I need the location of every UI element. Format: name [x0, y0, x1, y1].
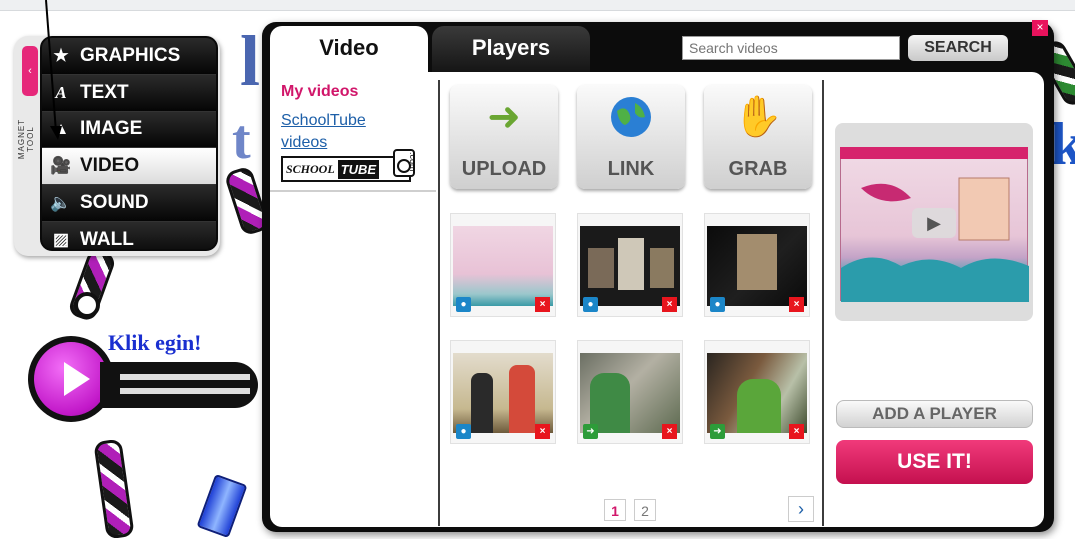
video-thumbnail[interactable]: ● ×	[450, 340, 556, 444]
delete-icon[interactable]: ×	[789, 424, 804, 439]
tool-label: VIDEO	[80, 155, 140, 177]
column-divider	[438, 80, 440, 526]
link-label: LINK	[607, 158, 655, 180]
video-camera-icon: 🎥	[50, 156, 72, 176]
preview-header-bar	[840, 147, 1028, 159]
add-player-button[interactable]: ADD A PLAYER	[836, 400, 1033, 428]
preview-icon[interactable]: ●	[456, 297, 471, 312]
tool-label: SOUND	[80, 192, 149, 214]
canvas-play-button[interactable]	[34, 342, 108, 416]
search-button[interactable]: SEARCH	[908, 35, 1008, 61]
video-thumbnail[interactable]: ● ×	[450, 213, 556, 317]
upload-arrow-icon: ➜	[487, 95, 521, 139]
klik-egin-text: Klik egin!	[108, 330, 202, 355]
speaker-icon: 🔈	[50, 193, 72, 213]
search-input[interactable]	[682, 36, 900, 60]
mouse-cursor-icon	[45, 0, 62, 140]
logo-tube-text: TUBE	[337, 159, 380, 179]
video-thumbnail[interactable]: ➜ ×	[577, 340, 683, 444]
schooltube-logo[interactable]: SCHOOL TUBE	[281, 156, 411, 182]
preview-icon[interactable]: ●	[583, 297, 598, 312]
close-icon[interactable]: ×	[1032, 20, 1048, 36]
tool-sound[interactable]: 🔈 SOUND	[42, 185, 216, 222]
hand-icon: ✋	[733, 95, 783, 139]
tool-label: IMAGE	[80, 118, 143, 140]
tool-label: WALL	[80, 228, 134, 250]
tool-video[interactable]: 🎥 VIDEO	[42, 148, 216, 186]
thumbnail-image	[453, 226, 553, 306]
thumbnail-image	[453, 353, 553, 433]
use-it-button[interactable]: USE IT!	[836, 440, 1033, 484]
my-videos-link[interactable]: My videos	[281, 83, 358, 101]
play-icon	[64, 362, 90, 396]
preview-icon[interactable]: ●	[710, 297, 725, 312]
tool-wall[interactable]: ▨ WALL	[42, 221, 216, 250]
canvas-player-track	[120, 374, 250, 380]
tab-players[interactable]: Players	[432, 26, 590, 72]
share-icon[interactable]: ➜	[710, 424, 725, 439]
decor-stick-cap	[74, 292, 100, 318]
canvas-player-bar	[100, 362, 258, 408]
delete-icon[interactable]: ×	[789, 297, 804, 312]
canvas-top-frame	[0, 0, 1075, 11]
canvas-title-letter: t	[232, 109, 251, 171]
tab-video[interactable]: Video	[270, 26, 428, 72]
globe-icon	[577, 95, 685, 148]
logo-com-text: .com	[408, 152, 418, 172]
canvas-title-letter: l	[240, 21, 261, 101]
delete-icon[interactable]: ×	[662, 297, 677, 312]
page-button-2[interactable]: 2	[634, 499, 656, 521]
decor-stick	[93, 438, 135, 539]
magnet-tool-label: MAGNET TOOL	[17, 118, 35, 160]
schooltube-videos-link[interactable]: SchoolTube videos	[281, 110, 401, 154]
thumbnail-image	[707, 353, 807, 433]
video-thumbnail[interactable]: ● ×	[577, 213, 683, 317]
wall-pattern-icon: ▨	[52, 229, 70, 249]
canvas-player-track	[120, 388, 250, 394]
play-icon[interactable]: ▶	[912, 208, 956, 238]
tool-label: TEXT	[80, 81, 129, 103]
delete-icon[interactable]: ×	[535, 424, 550, 439]
thumbnail-image	[580, 226, 680, 306]
video-thumbnail[interactable]: ● ×	[704, 213, 810, 317]
thumbnail-image	[580, 353, 680, 433]
grab-button[interactable]: ✋ GRAB	[704, 85, 812, 189]
upload-button[interactable]: ➜ UPLOAD	[450, 85, 558, 189]
push-pin-icon	[196, 473, 248, 539]
tool-label: GRAPHICS	[80, 44, 181, 66]
share-icon[interactable]: ➜	[583, 424, 598, 439]
page-button-1[interactable]: 1	[604, 499, 626, 521]
video-thumbnail[interactable]: ➜ ×	[704, 340, 810, 444]
upload-label: UPLOAD	[461, 158, 547, 180]
next-page-button[interactable]: ›	[788, 496, 814, 522]
grab-label: GRAB	[728, 158, 788, 180]
delete-icon[interactable]: ×	[662, 424, 677, 439]
column-divider	[822, 80, 824, 526]
delete-icon[interactable]: ×	[535, 297, 550, 312]
link-button[interactable]: LINK	[577, 85, 685, 189]
sidebar-divider	[270, 190, 436, 192]
thumbnail-image	[707, 226, 807, 306]
preview-icon[interactable]: ●	[456, 424, 471, 439]
logo-school-text: SCHOOL	[283, 161, 338, 177]
